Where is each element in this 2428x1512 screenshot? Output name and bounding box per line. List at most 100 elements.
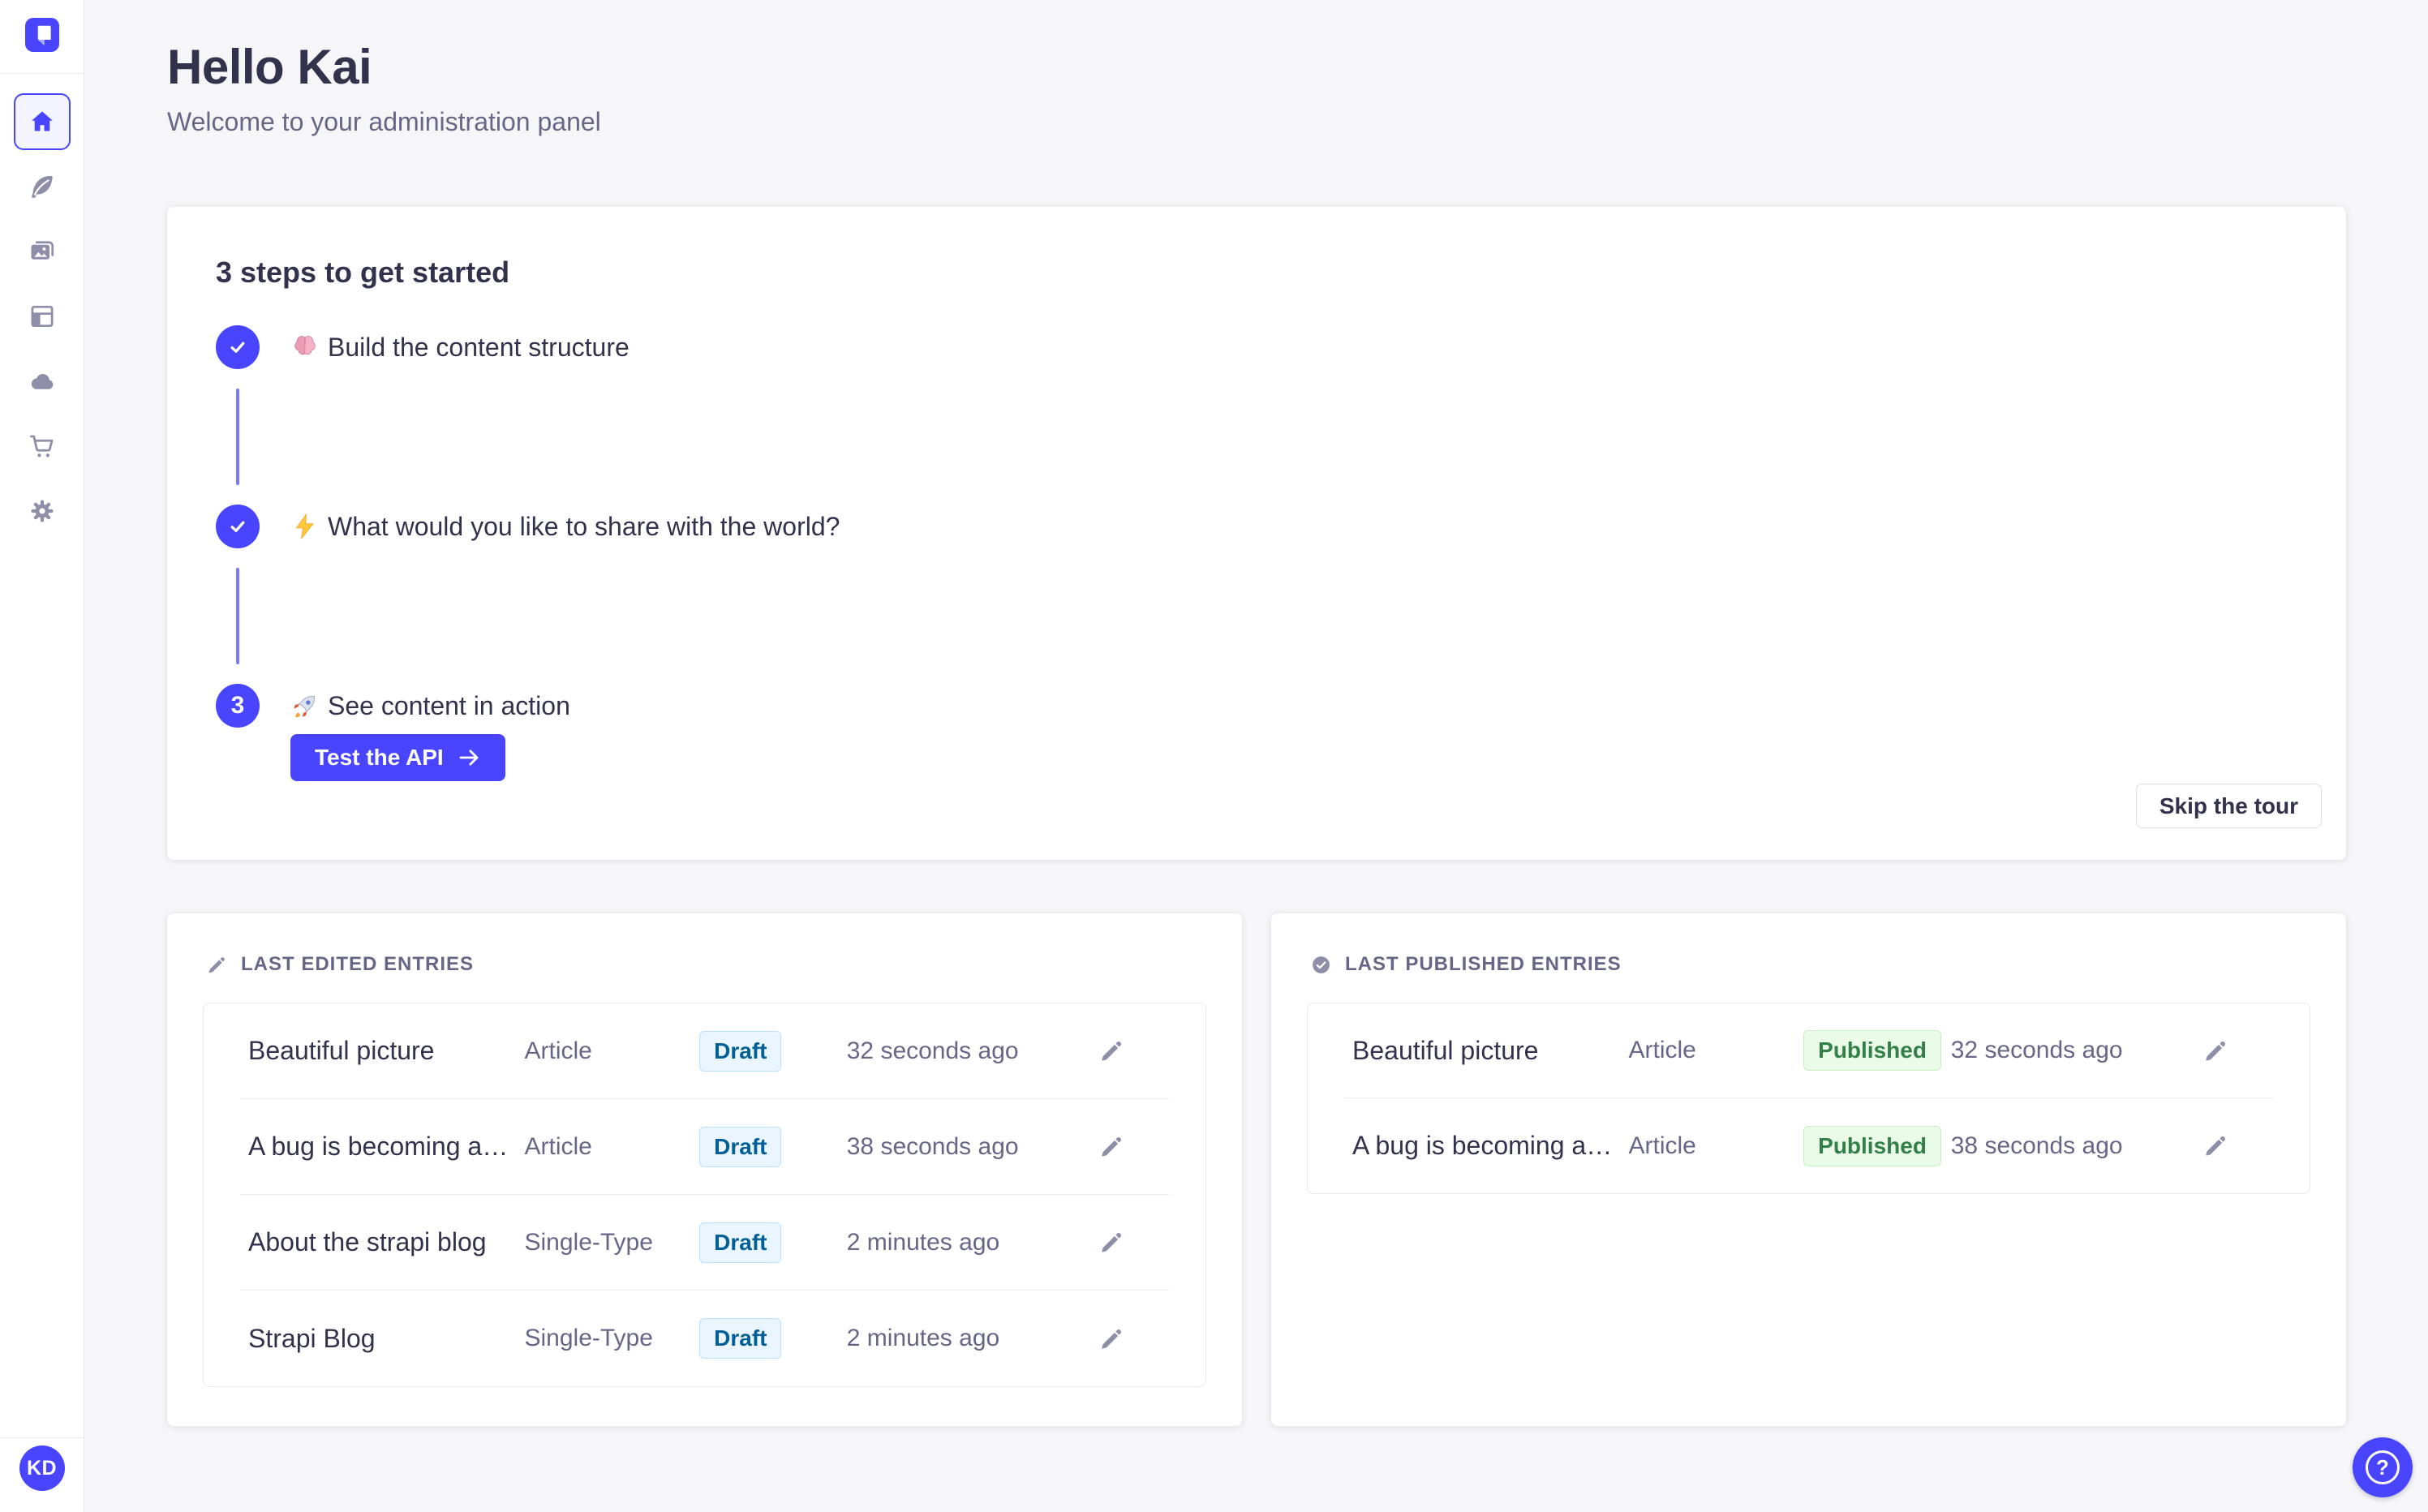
entry-type: Single-Type: [524, 1228, 653, 1256]
last-edited-card: LAST EDITED ENTRIES Beautiful picture Ar…: [167, 913, 1242, 1426]
cloud-icon: [31, 374, 53, 389]
guided-tour-title: 3 steps to get started: [216, 256, 510, 289]
strapi-logo[interactable]: [24, 18, 59, 52]
entries-cards-row: LAST EDITED ENTRIES Beautiful picture Ar…: [167, 913, 2346, 1426]
status-badge: Draft: [699, 1030, 782, 1072]
entry-type: Article: [1628, 1132, 1696, 1159]
step-1-check-circle: [216, 325, 260, 369]
skip-tour-button[interactable]: Skip the tour: [2135, 784, 2322, 828]
last-published-card: LAST PUBLISHED ENTRIES Beautiful picture…: [1271, 913, 2346, 1426]
entry-type: Article: [524, 1132, 592, 1160]
sidebar-item-media-library[interactable]: [14, 223, 71, 280]
check-circle-icon: [1313, 956, 1330, 973]
status-badge: Published: [1803, 1030, 1941, 1071]
entry-time: 32 seconds ago: [1950, 1037, 2123, 1063]
sidebar-item-home[interactable]: [13, 93, 71, 150]
table-row: A bug is becoming a… Article Published 3…: [1344, 1098, 2273, 1193]
table-row: About the strapi blog Single-Type Draft …: [240, 1195, 1169, 1291]
last-published-title: LAST PUBLISHED ENTRIES: [1345, 953, 1622, 975]
last-published-header: LAST PUBLISHED ENTRIES: [1311, 953, 2310, 976]
arrow-right-icon: [459, 750, 479, 766]
check-icon: [230, 341, 245, 353]
entry-title: Beautiful picture: [1352, 1035, 1539, 1065]
last-edited-title: LAST EDITED ENTRIES: [241, 953, 475, 975]
step-connector: [236, 568, 239, 664]
main-content: Hello Kai Welcome to your administration…: [84, 0, 2428, 1512]
status-badge: Published: [1803, 1125, 1941, 1166]
table-row: Strapi Blog Single-Type Draft 2 minutes …: [240, 1291, 1169, 1386]
edit-entry-button[interactable]: [2199, 1034, 2232, 1067]
sidebar: KD: [0, 0, 84, 1512]
status-badge: Draft: [699, 1126, 782, 1167]
pencil-icon: [208, 956, 225, 973]
entry-title: About the strapi blog: [248, 1227, 487, 1256]
sidebar-item-settings[interactable]: [14, 483, 71, 539]
entry-type: Article: [524, 1037, 592, 1064]
check-icon: [230, 521, 245, 532]
tour-step-2: What would you like to share with the wo…: [216, 505, 2297, 548]
sidebar-item-content-manager[interactable]: [14, 158, 71, 215]
sidebar-item-content-type-builder[interactable]: [14, 288, 71, 345]
sidebar-footer: KD: [0, 1437, 84, 1512]
pencil-icon: [1101, 1137, 1121, 1157]
step-2-label: What would you like to share with the wo…: [290, 512, 840, 542]
edit-entry-button[interactable]: [1095, 1131, 1128, 1163]
tour-step-1: Build the content structure: [216, 325, 2297, 369]
status-badge: Draft: [699, 1222, 782, 1263]
entry-title: Strapi Blog: [248, 1323, 376, 1353]
last-edited-header: LAST EDITED ENTRIES: [207, 953, 1206, 976]
tour-step-3: 3 See content in action: [216, 684, 2297, 728]
pencil-icon: [1101, 1042, 1121, 1061]
step-1-label: Build the content structure: [290, 333, 630, 363]
entry-title: Beautiful picture: [248, 1036, 435, 1065]
user-avatar[interactable]: KD: [19, 1445, 65, 1491]
last-published-table: Beautiful picture Article Published 32 s…: [1307, 1003, 2310, 1194]
table-row: A bug is becoming a… Article Draft 38 se…: [240, 1099, 1169, 1195]
entry-time: 2 minutes ago: [846, 1325, 1000, 1351]
edit-entry-button[interactable]: [1095, 1035, 1128, 1067]
edit-entry-button[interactable]: [1095, 1226, 1128, 1259]
page-title: Hello Kai: [167, 40, 372, 94]
step-connector: [236, 389, 239, 485]
pencil-icon: [1101, 1329, 1121, 1349]
pencil-icon: [2205, 1136, 2225, 1156]
zap-emoji-icon: [290, 512, 320, 541]
entry-time: 38 seconds ago: [846, 1132, 1019, 1160]
entry-type: Single-Type: [524, 1325, 653, 1351]
feather-icon: [31, 175, 53, 198]
workspace-logo-wrap: [0, 0, 84, 74]
status-badge: Draft: [699, 1318, 782, 1359]
strapi-logo-icon: [37, 25, 51, 46]
entry-title: A bug is becoming a…: [248, 1132, 509, 1161]
page-subtitle: Welcome to your administration panel: [167, 107, 601, 136]
pencil-icon: [1101, 1233, 1121, 1252]
rocket-emoji-icon: [290, 691, 320, 720]
step-3-label: See content in action: [290, 691, 570, 721]
sidebar-item-deploy[interactable]: [14, 353, 71, 410]
layout-icon: [31, 305, 54, 328]
home-icon: [31, 111, 53, 131]
cart-icon: [29, 435, 53, 457]
guided-tour-card: 3 steps to get started Build the content…: [167, 207, 2346, 860]
sidebar-item-marketplace[interactable]: [14, 418, 71, 475]
question-mark-icon: ?: [2366, 1450, 2400, 1484]
pencil-icon: [2205, 1041, 2225, 1061]
help-button[interactable]: ?: [2353, 1437, 2413, 1497]
entry-time: 2 minutes ago: [846, 1228, 1000, 1256]
step-3-number-circle: 3: [216, 684, 260, 728]
table-row: Beautiful picture Article Published 32 s…: [1344, 1003, 2273, 1098]
avatar-initials: KD: [26, 1456, 58, 1480]
brain-emoji-icon: [290, 333, 320, 362]
table-row: Beautiful picture Article Draft 32 secon…: [240, 1003, 1169, 1099]
gear-icon: [31, 500, 53, 522]
last-edited-table: Beautiful picture Article Draft 32 secon…: [203, 1003, 1206, 1387]
entry-type: Article: [1628, 1037, 1696, 1063]
entry-time: 32 seconds ago: [846, 1037, 1019, 1064]
media-library-icon: [31, 241, 54, 260]
edit-entry-button[interactable]: [1095, 1322, 1128, 1355]
main-nav: [13, 93, 71, 539]
entry-time: 38 seconds ago: [1950, 1132, 2123, 1159]
test-api-button[interactable]: Test the API: [290, 734, 505, 781]
edit-entry-button[interactable]: [2199, 1130, 2232, 1162]
entry-title: A bug is becoming a…: [1352, 1131, 1613, 1160]
